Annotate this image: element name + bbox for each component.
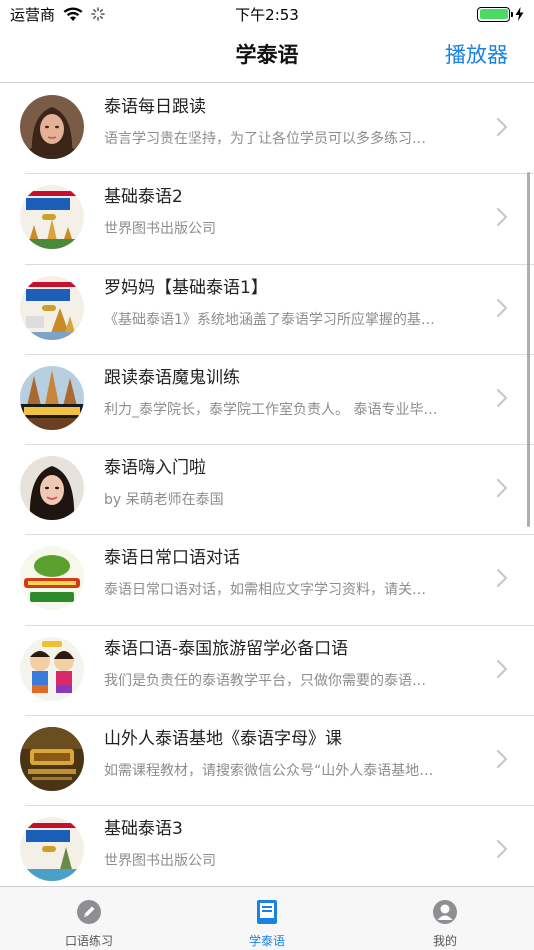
gold-logo-avatar	[20, 727, 84, 792]
list-item-text: 基础泰语3 世界图书出版公司	[104, 816, 464, 871]
list-item[interactable]: 泰语嗨入门啦 by 呆萌老师在泰国	[0, 445, 534, 536]
status-right	[477, 6, 524, 22]
green-logo-avatar	[20, 546, 84, 611]
list-item-title: 山外人泰语基地《泰语字母》课	[104, 729, 342, 750]
temple-avatar	[20, 365, 84, 430]
list-item-title: 泰语日常口语对话	[104, 548, 240, 569]
list-item[interactable]: 泰语日常口语对话 泰语日常口语对话，如需相应文字学习资料，请关…	[0, 535, 534, 627]
tab-me[interactable]: 我的	[356, 887, 534, 950]
list-item-title: 基础泰语3	[104, 819, 183, 840]
book-cover-avatar	[20, 185, 84, 250]
book-cover-avatar	[20, 817, 84, 882]
tab-speaking-practice[interactable]: 口语练习	[0, 887, 178, 950]
chevron-right-icon	[496, 749, 508, 769]
status-bar: 运营商 下午2:53	[0, 0, 534, 28]
cartoon-kids-avatar	[20, 636, 84, 701]
status-time: 下午2:53	[235, 5, 299, 24]
chevron-right-icon	[496, 479, 508, 498]
woman-portrait-avatar	[20, 95, 84, 159]
list-item-subtitle: 世界图书出版公司	[104, 853, 216, 870]
list-item-title: 跟读泰语魔鬼训练	[104, 367, 240, 388]
tab-bar: 口语练习 学泰语 我的	[0, 886, 534, 950]
list-item-title: 泰语每日跟读	[104, 97, 206, 117]
list-item[interactable]: 罗妈妈【基础泰语1】 《基础泰语1》系统地涵盖了泰语学习所应掌握的基…	[0, 265, 534, 356]
list-item[interactable]: 基础泰语2 世界图书出版公司	[0, 174, 534, 265]
list-item-text: 泰语嗨入门啦 by 呆萌老师在泰国	[104, 455, 464, 510]
chevron-right-icon	[496, 840, 508, 859]
pencil-icon	[77, 900, 101, 924]
list-item-subtitle: 我们是负责任的泰语教学平台，只做你需要的泰语…	[104, 672, 426, 689]
list-item-text: 山外人泰语基地《泰语字母》课 如需课程教材，请搜索微信公众号“山外人泰语基地…	[104, 726, 464, 781]
list-item-title: 基础泰语2	[104, 187, 183, 208]
loading-spinner-icon	[91, 7, 105, 21]
navigation-bar: 学泰语 播放器	[0, 28, 534, 83]
chevron-right-icon	[496, 298, 508, 317]
list-item-title: 罗妈妈【基础泰语1】	[104, 277, 268, 298]
scrollbar[interactable]	[527, 172, 530, 527]
list-item-subtitle: 如需课程教材，请搜索微信公众号“山外人泰语基地…	[104, 763, 434, 780]
list-item-text: 跟读泰语魔鬼训练 利力_泰学院长，泰学院工作室负责人。 泰语专业毕…	[104, 365, 464, 420]
list-item-text: 泰语日常口语对话 泰语日常口语对话，如需相应文字学习资料，请关…	[104, 545, 464, 600]
list-item-subtitle: 语言学习贵在坚持，为了让各位学员可以多多练习…	[104, 131, 426, 147]
carrier-label: 运营商	[10, 5, 56, 24]
woman-portrait-avatar	[20, 456, 84, 521]
charging-bolt-icon	[515, 7, 524, 21]
tab-learn-thai[interactable]: 学泰语	[178, 887, 356, 950]
list-item[interactable]: 泰语口语-泰国旅游留学必备口语 我们是负责任的泰语教学平台，只做你需要的泰语…	[0, 626, 534, 717]
player-button[interactable]: 播放器	[445, 28, 508, 83]
chevron-right-icon	[496, 208, 508, 227]
list-item-subtitle: by 呆萌老师在泰国	[104, 492, 224, 509]
list-item-subtitle: 泰语日常口语对话，如需相应文字学习资料，请关…	[104, 582, 426, 599]
chevron-right-icon	[496, 659, 508, 678]
list-item-text: 基础泰语2 世界图书出版公司	[104, 184, 464, 239]
status-left: 运营商	[10, 4, 105, 25]
wifi-icon	[63, 7, 83, 21]
list-item-text: 泰语每日跟读 语言学习贵在坚持，为了让各位学员可以多多练习…	[104, 94, 464, 149]
list-item-subtitle: 世界图书出版公司	[104, 221, 216, 238]
chevron-right-icon	[496, 117, 508, 137]
list-item-subtitle: 《基础泰语1》系统地涵盖了泰语学习所应掌握的基…	[104, 311, 435, 328]
list-item[interactable]: 跟读泰语魔鬼训练 利力_泰学院长，泰学院工作室负责人。 泰语专业毕…	[0, 355, 534, 446]
chevron-right-icon	[496, 569, 508, 588]
list-item[interactable]: 基础泰语3 世界图书出版公司	[0, 806, 534, 886]
tab-label: 口语练习	[64, 934, 113, 948]
course-list: 泰语每日跟读 语言学习贵在坚持，为了让各位学员可以多多练习… 基础泰语2 世界图…	[0, 84, 534, 886]
book-cover-avatar	[20, 275, 84, 340]
chevron-right-icon	[496, 388, 508, 407]
list-item[interactable]: 泰语每日跟读 语言学习贵在坚持，为了让各位学员可以多多练习…	[0, 84, 534, 175]
list-item-title: 泰语嗨入门啦	[104, 458, 206, 479]
list-item-text: 泰语口语-泰国旅游留学必备口语 我们是负责任的泰语教学平台，只做你需要的泰语…	[104, 636, 464, 691]
battery-icon	[477, 6, 513, 22]
list-item-text: 罗妈妈【基础泰语1】 《基础泰语1》系统地涵盖了泰语学习所应掌握的基…	[104, 275, 464, 330]
book-icon	[257, 900, 277, 924]
list-item-title: 泰语口语-泰国旅游留学必备口语	[104, 638, 349, 659]
list-item[interactable]: 山外人泰语基地《泰语字母》课 如需课程教材，请搜索微信公众号“山外人泰语基地…	[0, 716, 534, 807]
tab-label: 学泰语	[248, 934, 285, 948]
list-item-subtitle: 利力_泰学院长，泰学院工作室负责人。 泰语专业毕…	[104, 401, 438, 418]
tab-label: 我的	[432, 934, 457, 948]
user-icon	[433, 900, 457, 924]
